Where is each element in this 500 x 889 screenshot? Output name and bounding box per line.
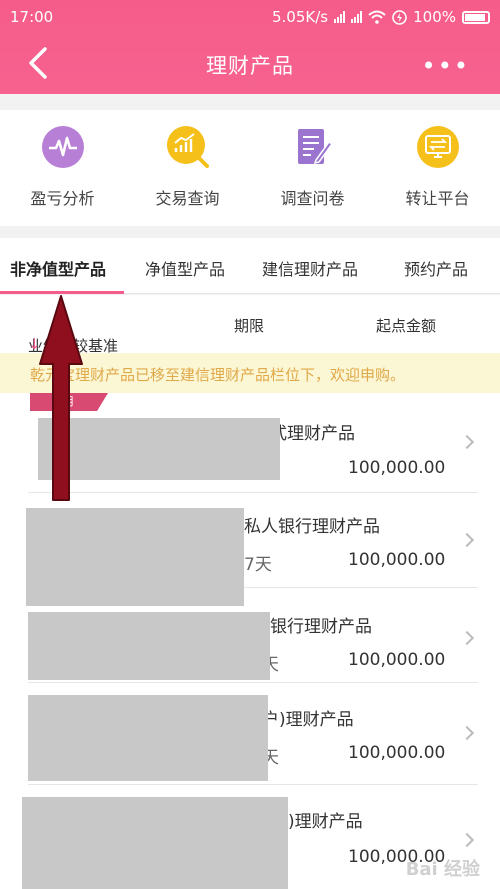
redaction-block <box>26 508 244 606</box>
questionnaire-icon <box>297 129 333 165</box>
chart-magnifier-icon <box>166 126 209 168</box>
quick-tool-label: 盈亏分析 <box>30 189 95 208</box>
product-name: 银行理财产品 <box>270 617 372 637</box>
tab-ccb-wealth-products[interactable]: 建信理财产品 <box>262 256 358 280</box>
chevron-right-icon <box>459 532 475 548</box>
quick-tool-questionnaire[interactable]: 调查问卷 <box>250 126 375 209</box>
battery-percent: 100% <box>413 8 456 26</box>
redaction-block <box>22 797 288 889</box>
quick-tools: 盈亏分析 交易查询 调查问卷 转让平台 <box>0 110 500 226</box>
product-name: 私人银行理财产品 <box>244 517 380 537</box>
app-header: 17:00 5.05K/s 100% 理财产品 ••• <box>0 0 500 94</box>
product-name: )理财产品 <box>288 812 363 832</box>
tab-non-nav-products[interactable]: 非净值型产品 <box>10 256 106 280</box>
quick-tool-transfer-platform[interactable]: 转让平台 <box>375 126 500 209</box>
chevron-right-icon <box>459 630 475 646</box>
transfer-platform-icon <box>416 126 459 168</box>
product-name: 式理财产品 <box>270 424 355 444</box>
sort-min-amount[interactable]: 起点金额 <box>376 315 436 336</box>
watermark: Bai 经验 <box>405 859 480 880</box>
charging-icon <box>392 9 407 25</box>
chevron-right-icon <box>459 832 475 848</box>
status-bar: 17:00 5.05K/s 100% <box>0 0 500 34</box>
redaction-block <box>28 695 268 781</box>
product-name: 户)理财产品 <box>262 710 354 730</box>
more-options-button[interactable]: ••• <box>422 52 470 80</box>
wifi-icon <box>368 10 386 24</box>
product-amount: 100,000.00 <box>348 650 446 670</box>
product-amount: 100,000.00 <box>348 458 446 478</box>
product-tabs: 非净值型产品 净值型产品 建信理财产品 预约产品 <box>0 238 500 294</box>
tab-reserved-products[interactable]: 预约产品 <box>404 256 468 280</box>
product-amount: 100,000.00 <box>348 550 446 570</box>
signal-icon-2 <box>351 11 363 23</box>
quick-tool-label: 交易查询 <box>155 189 220 208</box>
signal-icon <box>334 11 346 23</box>
quick-tool-label: 调查问卷 <box>280 189 345 208</box>
chevron-right-icon <box>459 725 475 741</box>
product-amount: 100,000.00 <box>348 743 446 763</box>
status-time: 17:00 <box>10 8 54 26</box>
pulse-chart-icon <box>41 126 84 168</box>
chevron-right-icon <box>459 434 475 450</box>
quick-tool-label: 转让平台 <box>405 189 470 208</box>
net-speed: 5.05K/s <box>272 8 329 26</box>
tab-nav-products[interactable]: 净值型产品 <box>145 256 225 280</box>
status-icons: 5.05K/s 100% <box>272 8 490 26</box>
annotation-up-arrow <box>39 295 83 501</box>
quick-tool-profit-analysis[interactable]: 盈亏分析 <box>0 126 125 209</box>
sort-term[interactable]: 期限 <box>234 315 264 336</box>
redaction-block <box>28 612 270 680</box>
quick-tool-trade-query[interactable]: 交易查询 <box>125 126 250 209</box>
battery-icon <box>462 10 490 24</box>
product-term: 7天 <box>244 555 272 575</box>
